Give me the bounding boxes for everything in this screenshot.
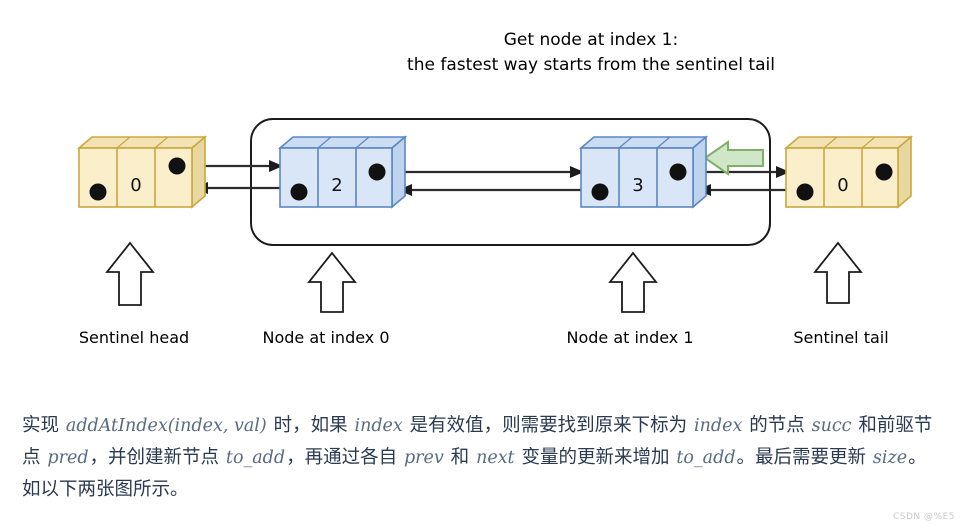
code-to-add-2: to_add	[676, 448, 736, 468]
title-line-1: Get node at index 1:	[504, 30, 678, 50]
code-index-1: index	[354, 416, 403, 436]
explanation-paragraph: 实现 addAtIndex(index, val) 时，如果 index 是有效…	[22, 410, 943, 505]
next-pointer-dot	[368, 163, 386, 181]
node-value-index-0: 2	[331, 175, 342, 196]
code-succ: succ	[811, 416, 852, 436]
caption-sentinel-tail: Sentinel tail	[793, 328, 888, 347]
callout-arrow-node-index-0-icon	[307, 251, 357, 313]
code-to-add-1: to_add	[225, 448, 286, 468]
diagram-canvas: Get node at index 1: the fastest way sta…	[0, 0, 963, 526]
node-value-index-1: 3	[632, 175, 643, 196]
node-index-0[interactable]: 2	[277, 135, 408, 209]
caption-sentinel-head: Sentinel head	[79, 328, 189, 347]
para-text-4: 的节点	[743, 415, 811, 436]
para-text-1: 实现	[22, 415, 65, 436]
next-pointer-dot	[669, 163, 687, 181]
code-pred: pred	[47, 448, 89, 468]
node-value-sentinel-head: 0	[130, 175, 141, 196]
code-size: size	[872, 448, 908, 468]
caption-node-index-0: Node at index 0	[262, 328, 389, 347]
para-text-6: ，并创建新节点	[89, 447, 225, 468]
next-pointer-dot	[875, 163, 893, 181]
prev-pointer-dot	[591, 183, 609, 201]
para-text-9: 变量的更新来增加	[515, 447, 676, 468]
next-pointer-dot	[168, 157, 186, 175]
para-text-8: 和	[444, 447, 476, 468]
watermark: CSDN @%E5	[893, 512, 955, 522]
title-line-2: the fastest way starts from the sentinel…	[407, 55, 775, 75]
node-value-sentinel-tail: 0	[837, 175, 848, 196]
code-index-2: index	[694, 416, 743, 436]
para-text-2: 时，如果	[267, 415, 354, 436]
code-addatindex: addAtIndex(index, val)	[65, 416, 267, 436]
prev-pointer-dot	[89, 183, 107, 201]
prev-pointer-dot	[290, 183, 308, 201]
pointer-node0-next	[377, 166, 584, 178]
pointer-tail-prev	[697, 184, 800, 196]
callout-arrow-sentinel-tail-icon	[813, 241, 863, 304]
code-next: next	[476, 448, 515, 468]
para-text-3: 是有效值，则需要找到原来下标为	[403, 415, 694, 436]
para-text-10: 。最后需要更新	[736, 447, 872, 468]
callout-arrow-node-index-1-icon	[608, 251, 658, 313]
caption-node-index-1: Node at index 1	[566, 328, 693, 347]
traversal-direction-arrow-icon	[703, 140, 764, 176]
node-index-1[interactable]: 3	[578, 135, 709, 209]
callout-arrow-sentinel-head-icon	[105, 241, 155, 306]
node-sentinel-head[interactable]: 0	[76, 135, 208, 209]
para-text-7: ，再通过各自	[286, 447, 403, 468]
pointer-node1-prev	[398, 184, 600, 196]
prev-pointer-dot	[796, 183, 814, 201]
code-prev: prev	[403, 448, 444, 468]
node-sentinel-tail[interactable]: 0	[783, 135, 914, 209]
